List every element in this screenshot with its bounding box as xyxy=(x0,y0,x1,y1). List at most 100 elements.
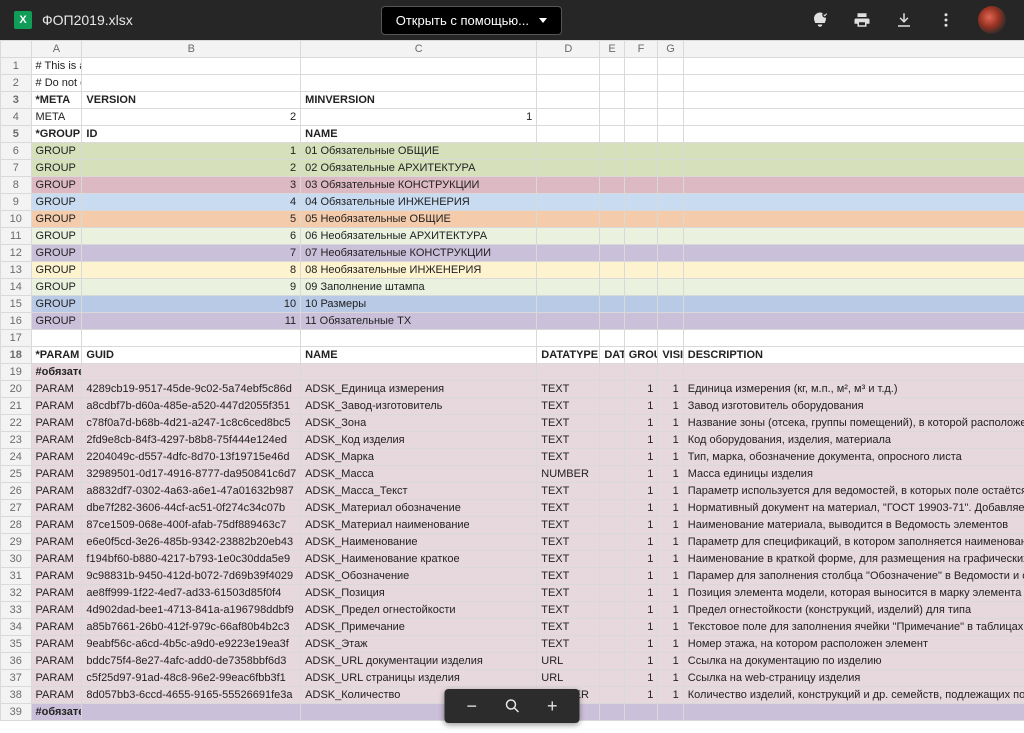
row-header[interactable]: 2 xyxy=(1,75,32,92)
cell[interactable]: PARAM xyxy=(31,415,82,432)
cell[interactable]: GROUP xyxy=(31,296,82,313)
cell[interactable]: TEXT xyxy=(537,415,600,432)
cell[interactable]: GROUP xyxy=(31,143,82,160)
cell[interactable] xyxy=(624,704,658,721)
cell[interactable] xyxy=(624,313,658,330)
cell[interactable]: TEXT xyxy=(537,432,600,449)
cell[interactable] xyxy=(624,279,658,296)
cell[interactable]: 10 Размеры xyxy=(301,296,537,313)
col-header[interactable]: A xyxy=(31,41,82,58)
col-header[interactable]: C xyxy=(301,41,537,58)
cell[interactable]: GROUP xyxy=(31,245,82,262)
cell[interactable] xyxy=(624,330,658,347)
row-header[interactable]: 4 xyxy=(1,109,32,126)
cell[interactable]: TEXT xyxy=(537,619,600,636)
cell[interactable] xyxy=(537,177,600,194)
cell[interactable] xyxy=(683,330,1024,347)
cell[interactable]: 1 xyxy=(658,432,683,449)
cell[interactable]: 1 xyxy=(624,415,658,432)
cell[interactable] xyxy=(600,126,624,143)
cell[interactable] xyxy=(683,109,1024,126)
row-header[interactable]: 37 xyxy=(1,670,32,687)
cell[interactable]: 4d902dad-bee1-4713-841a-a196798ddbf9 xyxy=(82,602,301,619)
cell[interactable] xyxy=(600,279,624,296)
cell[interactable]: PARAM xyxy=(31,568,82,585)
cell[interactable]: URL xyxy=(537,670,600,687)
cell[interactable] xyxy=(537,194,600,211)
cell[interactable] xyxy=(658,330,683,347)
row-header[interactable]: 1 xyxy=(1,58,32,75)
col-header[interactable]: G xyxy=(658,41,683,58)
row-header[interactable]: 38 xyxy=(1,687,32,704)
row-header[interactable]: 15 xyxy=(1,296,32,313)
cell[interactable]: PARAM xyxy=(31,670,82,687)
cell[interactable]: 06 Необязательные АРХИТЕКТУРА xyxy=(301,228,537,245)
cell[interactable] xyxy=(82,364,301,381)
cell[interactable]: DATACATEGORY xyxy=(600,347,624,364)
cell[interactable]: 1 xyxy=(658,517,683,534)
row-header[interactable]: 3 xyxy=(1,92,32,109)
cell[interactable] xyxy=(600,296,624,313)
zoom-reset-button[interactable] xyxy=(503,697,521,715)
cell[interactable] xyxy=(600,551,624,568)
cell[interactable] xyxy=(537,143,600,160)
cell[interactable] xyxy=(683,211,1024,228)
cell[interactable] xyxy=(537,296,600,313)
cell[interactable]: TEXT xyxy=(537,517,600,534)
cell[interactable]: ADSK_Позиция xyxy=(301,585,537,602)
cell[interactable] xyxy=(537,126,600,143)
cell[interactable] xyxy=(683,92,1024,109)
row-header[interactable]: 24 xyxy=(1,449,32,466)
cell[interactable]: DESCRIPTION xyxy=(683,347,1024,364)
cell[interactable] xyxy=(31,330,82,347)
row-header[interactable]: 33 xyxy=(1,602,32,619)
cell[interactable] xyxy=(537,279,600,296)
cell[interactable]: 1 xyxy=(658,687,683,704)
cell[interactable] xyxy=(658,143,683,160)
cell[interactable] xyxy=(600,653,624,670)
cell[interactable] xyxy=(600,262,624,279)
cell[interactable] xyxy=(624,58,658,75)
cell[interactable]: Парамер для заполнения столбца "Обозначе… xyxy=(683,568,1024,585)
row-header[interactable]: 27 xyxy=(1,500,32,517)
cell[interactable]: 2 xyxy=(82,109,301,126)
cell[interactable] xyxy=(600,602,624,619)
cell[interactable] xyxy=(624,364,658,381)
cell[interactable] xyxy=(658,313,683,330)
cell[interactable]: c78f0a7d-b68b-4d21-a247-1c8c6ced8bc5 xyxy=(82,415,301,432)
cell[interactable] xyxy=(537,160,600,177)
cell[interactable]: 1 xyxy=(658,619,683,636)
row-header[interactable]: 18 xyxy=(1,347,32,364)
cell[interactable]: Ссылка на web-страницу изделия xyxy=(683,670,1024,687)
cell[interactable]: PARAM xyxy=(31,687,82,704)
cell[interactable]: 1 xyxy=(658,568,683,585)
cell[interactable]: TEXT xyxy=(537,534,600,551)
row-header[interactable]: 29 xyxy=(1,534,32,551)
row-header[interactable]: 20 xyxy=(1,381,32,398)
cell[interactable]: TEXT xyxy=(537,602,600,619)
cell[interactable]: 1 xyxy=(624,500,658,517)
cell[interactable]: 1 xyxy=(624,619,658,636)
cell[interactable]: TEXT xyxy=(537,483,600,500)
cell[interactable]: *PARAM xyxy=(31,347,82,364)
cell[interactable] xyxy=(658,177,683,194)
cell[interactable]: 05 Необязательные ОБЩИЕ xyxy=(301,211,537,228)
cell[interactable] xyxy=(537,330,600,347)
cell[interactable]: Нормативный документ на материал, "ГОСТ … xyxy=(683,500,1024,517)
cell[interactable] xyxy=(658,194,683,211)
cell[interactable]: Наименование материала, выводится в Ведо… xyxy=(683,517,1024,534)
cell[interactable]: 1 xyxy=(658,398,683,415)
cell[interactable] xyxy=(600,160,624,177)
cell[interactable] xyxy=(600,143,624,160)
cell[interactable] xyxy=(600,619,624,636)
cell[interactable]: NAME xyxy=(301,347,537,364)
cell[interactable]: dbe7f282-3606-44cf-ac51-0f274c34c07b xyxy=(82,500,301,517)
col-header[interactable]: B xyxy=(82,41,301,58)
cell[interactable] xyxy=(658,262,683,279)
cell[interactable]: ADSK_Завод-изготовитель xyxy=(301,398,537,415)
cell[interactable] xyxy=(600,483,624,500)
cell[interactable]: PARAM xyxy=(31,619,82,636)
row-header[interactable]: 31 xyxy=(1,568,32,585)
cell[interactable] xyxy=(600,398,624,415)
cell[interactable]: e6e0f5cd-3e26-485b-9342-23882b20eb43 xyxy=(82,534,301,551)
